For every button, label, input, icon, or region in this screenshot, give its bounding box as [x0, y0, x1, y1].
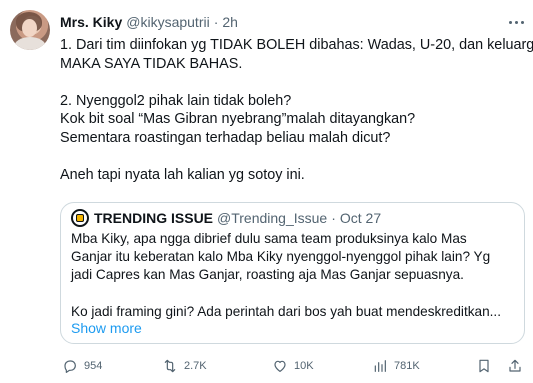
quoted-tweet[interactable]: TRENDING ISSUE @Trending_Issue · Oct 27 …: [60, 202, 525, 344]
share-button[interactable]: [507, 356, 523, 376]
header-separator: ·: [213, 14, 219, 30]
author-name[interactable]: Mrs. Kiky: [60, 14, 122, 30]
views-chart-icon: [374, 360, 386, 372]
bookmark-button[interactable]: [476, 356, 492, 376]
heart-icon: [274, 360, 286, 372]
share-icon: [509, 359, 521, 372]
tweet-line: MAKA SAYA TIDAK BAHAS.: [60, 55, 243, 72]
views-count: 781K: [394, 360, 420, 372]
quoted-line: Mba Kiky, apa ngga dibrief dulu sama tea…: [71, 231, 467, 246]
tweet-text: 1. Dari tim diinfokan yg TIDAK BOLEH dib…: [60, 36, 533, 184]
quoted-author-avatar: [71, 209, 89, 227]
tweet-line: 2. Nyenggol2 pihak lain tidak boleh?: [60, 92, 292, 109]
tweet-timestamp[interactable]: 2h: [222, 14, 238, 30]
tweet-line: 1. Dari tim diinfokan yg TIDAK BOLEH dib…: [60, 37, 533, 53]
reply-button[interactable]: 954: [62, 356, 102, 376]
quoted-paragraph-gap: [71, 285, 521, 303]
avatar-shoulder: [14, 37, 46, 50]
bookmark-icon: [479, 359, 489, 373]
tweet-actions: 954 2.7K 10K 781K: [60, 356, 525, 376]
quoted-tweet-text: Mba Kiky, apa ngga dibrief dulu sama tea…: [71, 230, 521, 321]
like-button[interactable]: 10K: [272, 356, 314, 376]
show-more-link[interactable]: Show more: [71, 320, 142, 336]
quoted-line: Ganjar itu keberatan kalo Mba Kiky nyeng…: [71, 249, 491, 265]
quoted-tweet-timestamp: Oct 27: [339, 210, 382, 226]
views-button[interactable]: 781K: [372, 356, 420, 376]
tweet-line: Aneh tapi nyata lah kalian yg sotoy ini.: [60, 166, 305, 183]
reply-count: 954: [84, 360, 103, 372]
quoted-author-handle: @Trending_Issue: [217, 210, 328, 226]
reply-icon: [64, 360, 76, 373]
tweet-header: Mrs. Kiky @kikysaputrii · 2h: [60, 12, 238, 32]
tweet-line: Sementara roastingan terhadap beliau mal…: [60, 129, 391, 146]
more-options-icon[interactable]: [506, 14, 526, 30]
author-handle[interactable]: @kikysaputrii: [126, 14, 209, 30]
retweet-icon: [164, 359, 176, 373]
like-count: 10K: [294, 360, 314, 372]
quoted-header-separator: ·: [331, 210, 336, 226]
tweet-line: Kok bit soal “Mas Gibran nyebrang”malah …: [60, 111, 416, 127]
avatar-face: [22, 19, 37, 37]
author-avatar[interactable]: [10, 10, 50, 50]
retweet-button[interactable]: 2.7K: [162, 356, 207, 376]
retweet-count: 2.7K: [184, 360, 207, 372]
quoted-line: Ko jadi framing gini? Ada perintah dari …: [71, 303, 501, 319]
quoted-author-name: TRENDING ISSUE: [94, 210, 214, 226]
quoted-line: jadi Capres kan Mas Ganjar, roasting aja…: [71, 267, 464, 283]
quoted-tweet-header: TRENDING ISSUE @Trending_Issue · Oct 27: [71, 208, 381, 228]
